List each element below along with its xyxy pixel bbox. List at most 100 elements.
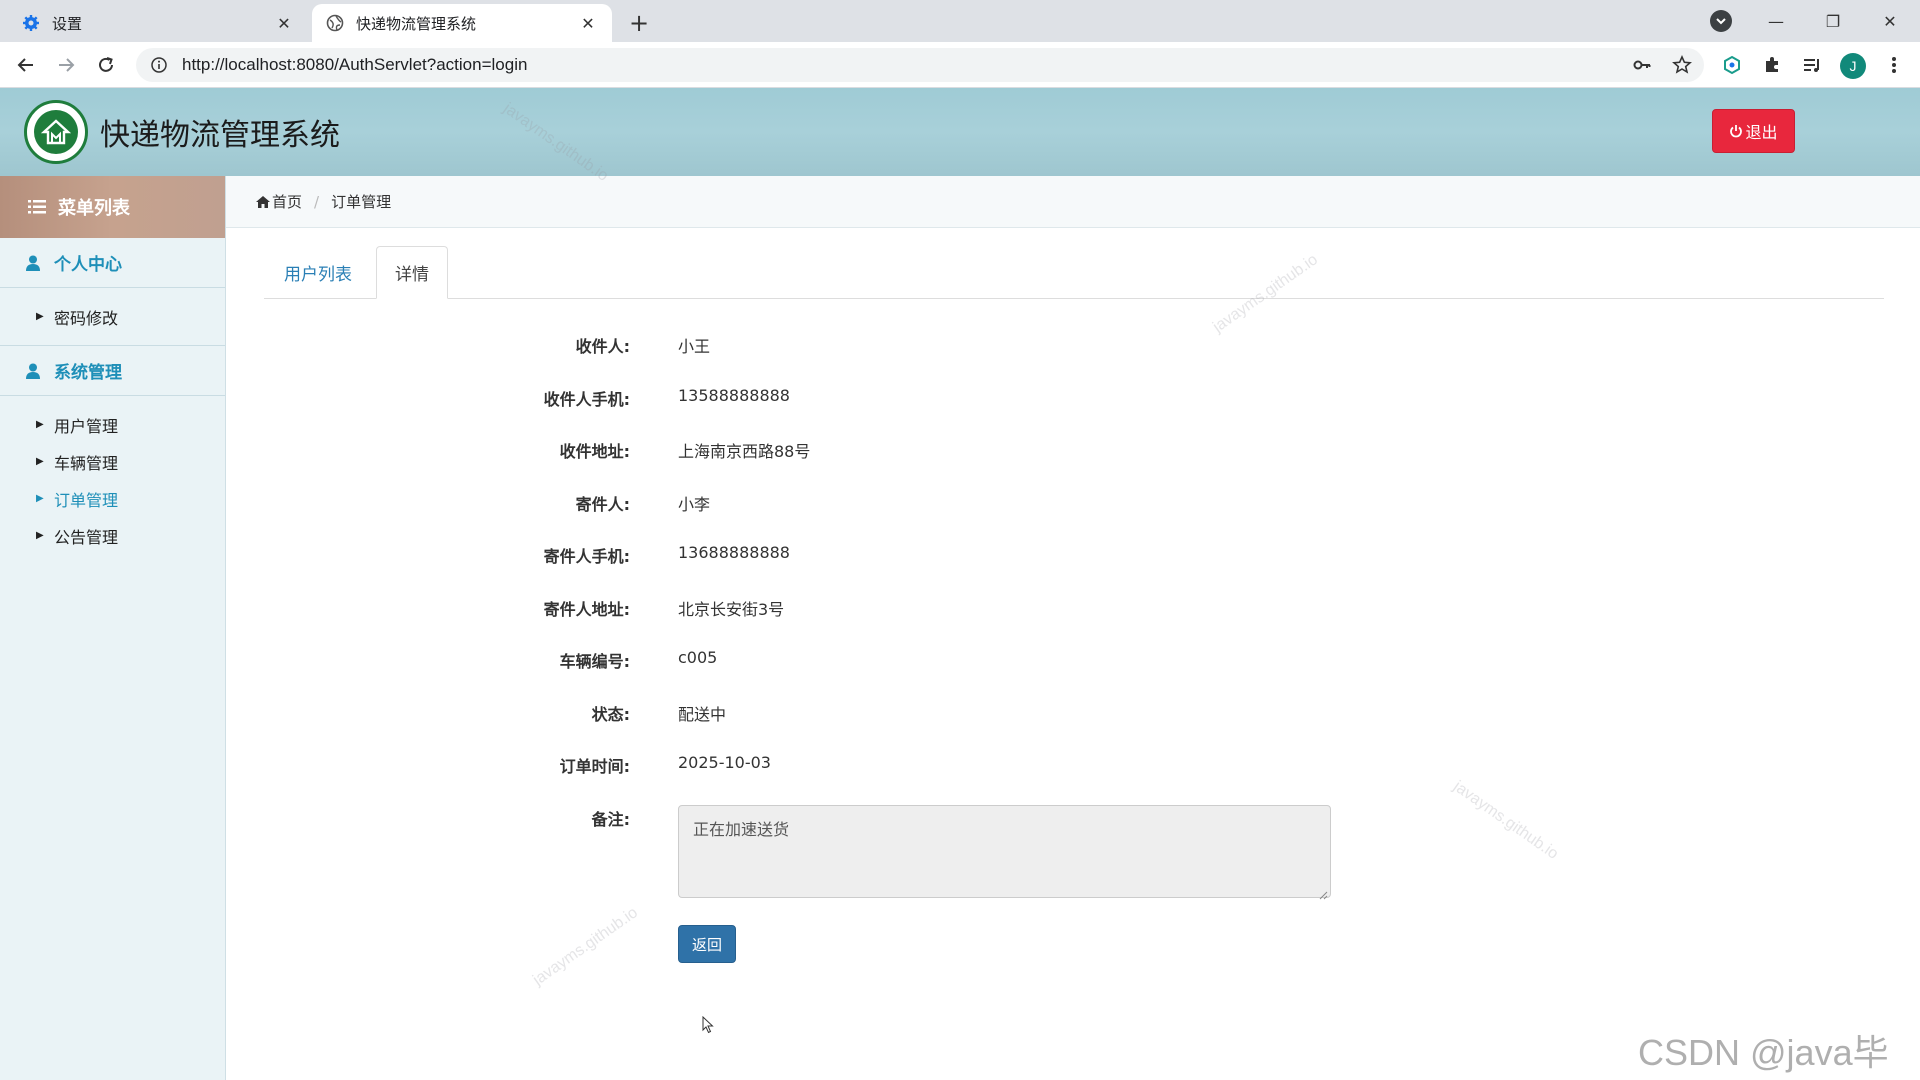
field-value: 2025-10-03: [678, 753, 771, 772]
field-label: 寄件人地址:: [543, 600, 630, 619]
address-bar[interactable]: http://localhost:8080/AuthServlet?action…: [136, 48, 1704, 82]
resize-grip-icon[interactable]: [1318, 885, 1328, 900]
field-label: 寄件人:: [575, 495, 630, 514]
sidebar-sublist-system: ▶ 用户管理 ▶ 车辆管理 ▶ 订单管理 ▶ 公告管理: [0, 396, 225, 564]
home-icon: [256, 195, 270, 208]
puzzle-icon[interactable]: [1756, 49, 1788, 81]
field-label: 寄件人手机:: [543, 547, 630, 566]
field-label: 收件人:: [575, 337, 630, 356]
field-value: 小李: [678, 495, 711, 514]
close-icon[interactable]: ✕: [274, 13, 294, 33]
field-value: 上海南京西路88号: [678, 442, 811, 461]
detail-row: 寄件人手机: 13688888888: [264, 543, 1464, 573]
app-header: 快递物流管理系统 退出: [0, 88, 1920, 176]
detail-row: 订单时间: 2025-10-03: [264, 753, 1464, 783]
corner-watermark: CSDN @java毕业: [1638, 1032, 1889, 1073]
browser-toolbar: http://localhost:8080/AuthServlet?action…: [0, 42, 1920, 88]
tab-detail[interactable]: 详情: [376, 246, 448, 299]
browser-tab-strip: 设置 ✕ 快递物流管理系统 ✕ + — ❐ ✕: [0, 0, 1920, 42]
breadcrumb-current: 订单管理: [331, 193, 392, 211]
breadcrumb-home[interactable]: 首页: [272, 191, 302, 212]
sidebar-sublist-personal: ▶ 密码修改: [0, 288, 225, 346]
sidebar-group-label: 系统管理: [54, 363, 122, 383]
sidebar-item-label: 公告管理: [54, 527, 119, 547]
forward-arrow-icon[interactable]: [50, 49, 82, 81]
caret-right-icon: ▶: [36, 456, 44, 467]
detail-row: 寄件人地址: 北京长安街3号: [264, 596, 1464, 626]
info-icon[interactable]: [150, 56, 168, 74]
detail-row: 车辆编号: c005: [264, 648, 1464, 678]
detail-row: 收件地址: 上海南京西路88号: [264, 438, 1464, 468]
minimize-icon[interactable]: —: [1748, 0, 1804, 42]
sidebar-heading-label: 菜单列表: [58, 198, 130, 219]
url-text: http://localhost:8080/AuthServlet?action…: [182, 55, 528, 74]
tab-title: 设置: [52, 14, 83, 33]
breadcrumb-separator: /: [314, 192, 320, 211]
sidebar-item-label: 车辆管理: [54, 453, 119, 473]
sidebar-item-label: 订单管理: [54, 490, 119, 510]
sidebar-group-label: 个人中心: [54, 255, 122, 275]
logout-button[interactable]: 退出: [1712, 109, 1795, 153]
restore-icon[interactable]: ❐: [1805, 0, 1861, 42]
field-value: 配送中: [678, 705, 727, 724]
globe-icon: [326, 14, 344, 32]
power-icon: [1729, 124, 1743, 138]
tab-title: 快递物流管理系统: [356, 14, 477, 33]
list-icon: [28, 200, 46, 214]
window-close-icon[interactable]: ✕: [1862, 0, 1918, 42]
field-label: 车辆编号:: [559, 652, 630, 671]
sidebar: 菜单列表 个人中心 ▶ 密码修改 系统管理 ▶ 用户管理 ▶ 车辆管理 ▶ 订单…: [0, 176, 226, 1080]
extension-hex-icon[interactable]: [1716, 49, 1748, 81]
back-arrow-icon[interactable]: [10, 49, 42, 81]
detail-row: 收件人: 小王: [264, 333, 1464, 363]
mouse-cursor-icon: [702, 1015, 714, 1034]
field-value: 13588888888: [678, 386, 790, 405]
university-logo: [24, 100, 88, 164]
star-icon[interactable]: [1666, 49, 1698, 81]
gear-icon: [22, 14, 40, 32]
new-tab-button[interactable]: +: [624, 8, 654, 38]
sidebar-heading: 菜单列表: [0, 176, 225, 238]
browser-tab-app[interactable]: 快递物流管理系统 ✕: [312, 4, 612, 42]
field-label: 备注:: [591, 810, 630, 829]
back-button[interactable]: 返回: [678, 925, 736, 963]
sidebar-item-password[interactable]: ▶ 密码修改: [0, 298, 225, 335]
field-value: 13688888888: [678, 543, 790, 562]
sidebar-item-users[interactable]: ▶ 用户管理: [0, 406, 225, 443]
remark-text: 正在加速送货: [693, 820, 790, 839]
key-icon[interactable]: [1626, 49, 1658, 81]
detail-row: 收件人手机: 13588888888: [264, 386, 1464, 416]
avatar[interactable]: J: [1840, 53, 1866, 79]
field-value: 小王: [678, 337, 711, 356]
caret-right-icon: ▶: [36, 530, 44, 541]
field-label: 状态:: [591, 705, 630, 724]
field-label: 订单时间:: [559, 757, 630, 776]
sidebar-item-orders[interactable]: ▶ 订单管理: [0, 480, 225, 517]
caret-right-icon: ▶: [36, 311, 44, 322]
logout-label: 退出: [1745, 123, 1778, 142]
sidebar-item-vehicles[interactable]: ▶ 车辆管理: [0, 443, 225, 480]
page-title: 快递物流管理系统: [100, 118, 340, 153]
reload-icon[interactable]: [90, 49, 122, 81]
media-queue-icon[interactable]: [1796, 49, 1828, 81]
tab-search-icon[interactable]: [1710, 10, 1732, 32]
sidebar-group-personal[interactable]: 个人中心: [0, 238, 225, 288]
breadcrumb: 首页 / 订单管理: [226, 176, 1920, 228]
field-label: 收件地址:: [559, 442, 630, 461]
remark-textarea[interactable]: 正在加速送货: [678, 805, 1331, 900]
tab-user-list[interactable]: 用户列表: [266, 246, 370, 299]
sidebar-item-notices[interactable]: ▶ 公告管理: [0, 517, 225, 554]
sidebar-item-label: 密码修改: [54, 308, 119, 328]
kebab-menu-icon[interactable]: [1878, 49, 1910, 81]
detail-row: 状态: 配送中: [264, 701, 1464, 731]
field-value: c005: [678, 648, 718, 667]
sidebar-group-system[interactable]: 系统管理: [0, 346, 225, 396]
user-icon: [26, 255, 42, 271]
sidebar-item-label: 用户管理: [54, 416, 119, 436]
detail-row: 寄件人: 小李: [264, 491, 1464, 521]
browser-tab-settings[interactable]: 设置 ✕: [8, 4, 308, 42]
content-tabs: 用户列表 详情: [264, 246, 1884, 299]
field-value: 北京长安街3号: [678, 600, 785, 619]
close-icon[interactable]: ✕: [578, 13, 598, 33]
user-icon: [26, 363, 42, 379]
